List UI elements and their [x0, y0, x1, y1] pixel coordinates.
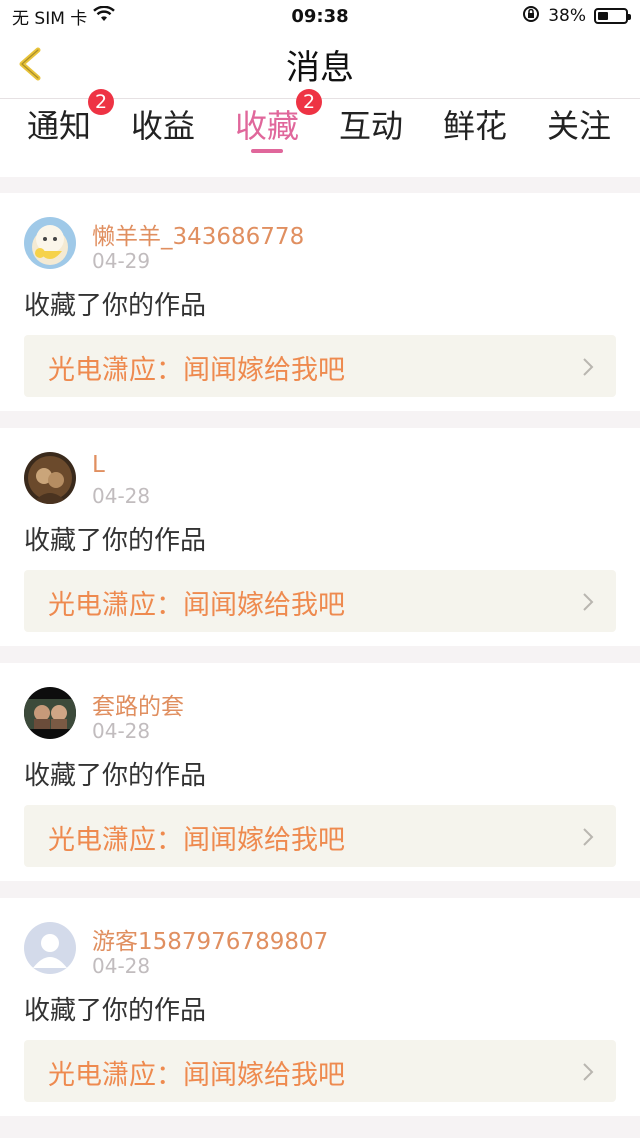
timestamp: 04-28	[92, 484, 151, 508]
chevron-right-icon	[583, 1063, 594, 1081]
unread-badge: 2	[88, 89, 114, 115]
avatar[interactable]	[24, 217, 76, 269]
battery-percent: 38%	[548, 6, 586, 26]
action-text: 收藏了你的作品	[24, 761, 207, 791]
tab-label: 关注	[546, 107, 611, 145]
work-link[interactable]: 光电潇应：闻闻嫁给我吧	[24, 570, 616, 632]
tab-label: 通知	[26, 107, 91, 145]
work-link[interactable]: 光电潇应：闻闻嫁给我吧	[24, 805, 616, 867]
username[interactable]: 懒羊羊_343686778	[92, 217, 304, 251]
action-text: 收藏了你的作品	[24, 526, 207, 556]
tab-notifications[interactable]: 通知 2	[12, 89, 114, 161]
work-title: 光电潇应：闻闻嫁给我吧	[48, 355, 345, 386]
work-title: 光电潇应：闻闻嫁给我吧	[48, 1060, 345, 1091]
tab-interactions[interactable]: 互动	[324, 99, 418, 161]
active-tab-indicator	[251, 149, 283, 153]
username[interactable]: 游客1587976789807	[92, 922, 328, 956]
list-item: 懒羊羊_343686778 04-29 收藏了你的作品 光电潇应：闻闻嫁给我吧	[0, 193, 640, 411]
status-bar: 无 SIM 卡 09:38 38%	[0, 0, 640, 32]
action-text: 收藏了你的作品	[24, 291, 207, 321]
chevron-right-icon	[583, 358, 594, 376]
username[interactable]: L	[92, 452, 105, 478]
page-title: 消息	[286, 48, 354, 88]
avatar[interactable]	[24, 922, 76, 974]
carrier-label: 无 SIM 卡	[12, 8, 88, 29]
avatar[interactable]	[24, 452, 76, 504]
action-text: 收藏了你的作品	[24, 996, 207, 1026]
category-tabs: 通知 2 收益 收藏 2 互动 鲜花 关注	[0, 89, 640, 261]
avatar[interactable]	[24, 687, 76, 739]
timestamp: 04-28	[92, 719, 151, 743]
unread-badge: 2	[296, 89, 322, 115]
tab-earnings[interactable]: 收益	[116, 99, 210, 161]
chevron-right-icon	[583, 593, 594, 611]
default-user-icon	[24, 922, 76, 974]
wifi-icon	[93, 5, 116, 27]
rotation-lock-icon	[522, 5, 540, 28]
list-item: L 04-28 收藏了你的作品 光电潇应：闻闻嫁给我吧	[0, 428, 640, 646]
username[interactable]: 套路的套	[92, 687, 184, 721]
tab-label: 互动	[338, 107, 403, 145]
tab-label: 收藏	[234, 107, 299, 145]
timestamp: 04-29	[92, 249, 151, 273]
work-link[interactable]: 光电潇应：闻闻嫁给我吧	[24, 335, 616, 397]
tab-following[interactable]: 关注	[532, 99, 626, 161]
work-title: 光电潇应：闻闻嫁给我吧	[48, 590, 345, 621]
tab-label: 鲜花	[442, 107, 507, 145]
chevron-right-icon	[583, 828, 594, 846]
battery-level	[598, 12, 608, 20]
list-item: 套路的套 04-28 收藏了你的作品 光电潇应：闻闻嫁给我吧	[0, 663, 640, 881]
work-title: 光电潇应：闻闻嫁给我吧	[48, 825, 345, 856]
tab-favorites[interactable]: 收藏 2	[220, 89, 322, 161]
timestamp: 04-28	[92, 954, 151, 978]
list-item: 游客1587976789807 04-28 收藏了你的作品 光电潇应：闻闻嫁给我…	[0, 898, 640, 1116]
work-link[interactable]: 光电潇应：闻闻嫁给我吧	[24, 1040, 616, 1102]
tab-flowers[interactable]: 鲜花	[428, 99, 522, 161]
tab-label: 收益	[130, 107, 195, 145]
battery-icon	[594, 8, 631, 24]
